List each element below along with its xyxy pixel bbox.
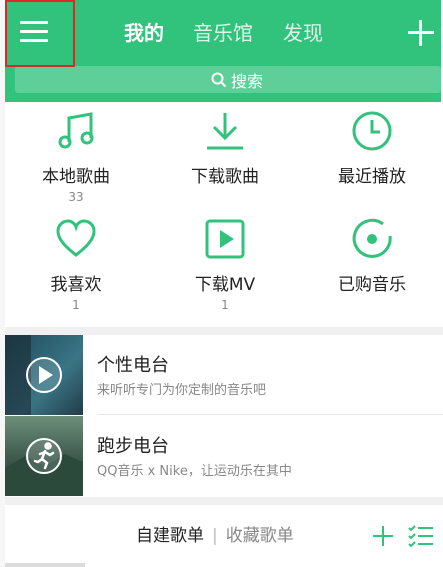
music-note-icon: [58, 112, 94, 149]
shortcut-label: 本地歌曲: [42, 167, 110, 187]
download-icon: [207, 113, 243, 150]
radio-thumbnail: [5, 416, 83, 496]
shortcut-downloaded-mv[interactable]: 下载MV 1: [160, 218, 290, 318]
radio-row-running[interactable]: 跑步电台 QQ音乐 x Nike，让运动乐在其中: [5, 416, 443, 496]
shortcut-favorites[interactable]: 我喜欢 1: [11, 218, 141, 318]
shortcut-label: 下载歌曲: [191, 167, 259, 187]
radio-thumbnail: [5, 335, 83, 415]
tab-collected-playlists[interactable]: 收藏歌单: [226, 526, 294, 546]
radio-row-personal[interactable]: 个性电台 来听听专门为你定制的音乐吧: [5, 335, 443, 415]
heart-icon: [56, 219, 96, 257]
playlist-tabs: 自建歌单 | 收藏歌单: [136, 521, 294, 546]
radio-title: 跑步电台: [97, 436, 169, 457]
tab-music-hall[interactable]: 音乐馆: [193, 19, 253, 47]
video-icon: [205, 219, 245, 259]
add-playlist-icon[interactable]: [371, 524, 395, 548]
tab-created-playlists[interactable]: 自建歌单: [136, 526, 204, 546]
tab-mine[interactable]: 我的: [124, 19, 164, 47]
shortcut-purchased[interactable]: 已购音乐: [307, 218, 437, 318]
row-divider: [97, 414, 443, 415]
playlist-item-edge: [5, 563, 85, 567]
radio-subtitle: 来听听专门为你定制的音乐吧: [97, 383, 267, 398]
shortcut-label: 最近播放: [338, 167, 406, 187]
shortcut-label: 我喜欢: [50, 275, 102, 295]
radio-title: 个性电台: [97, 355, 169, 376]
search-label: 搜索: [231, 72, 264, 91]
add-icon[interactable]: [405, 16, 437, 48]
shortcut-recent[interactable]: 最近播放: [307, 110, 437, 210]
manage-list-icon[interactable]: [408, 524, 434, 548]
shortcut-count: 1: [221, 298, 229, 312]
shortcut-local-songs[interactable]: 本地歌曲 33: [11, 110, 141, 210]
shortcut-count: 1: [72, 298, 80, 312]
menu-button-highlight: [5, 0, 75, 67]
search-bar[interactable]: 搜索: [15, 66, 441, 93]
purchased-disc-icon: [352, 218, 392, 258]
shortcut-count: 33: [68, 190, 84, 204]
shortcut-label: 已购音乐: [338, 275, 406, 295]
tab-discover[interactable]: 发现: [283, 19, 323, 47]
section-divider: [5, 327, 443, 335]
radio-subtitle: QQ音乐 x Nike，让运动乐在其中: [97, 464, 292, 479]
shortcut-label: 下载MV: [194, 275, 256, 295]
clock-icon: [352, 111, 392, 151]
shortcut-downloaded-songs[interactable]: 下载歌曲: [160, 110, 290, 210]
tab-separator: |: [212, 526, 218, 546]
search-icon: [211, 72, 227, 88]
section-divider: [5, 497, 443, 505]
